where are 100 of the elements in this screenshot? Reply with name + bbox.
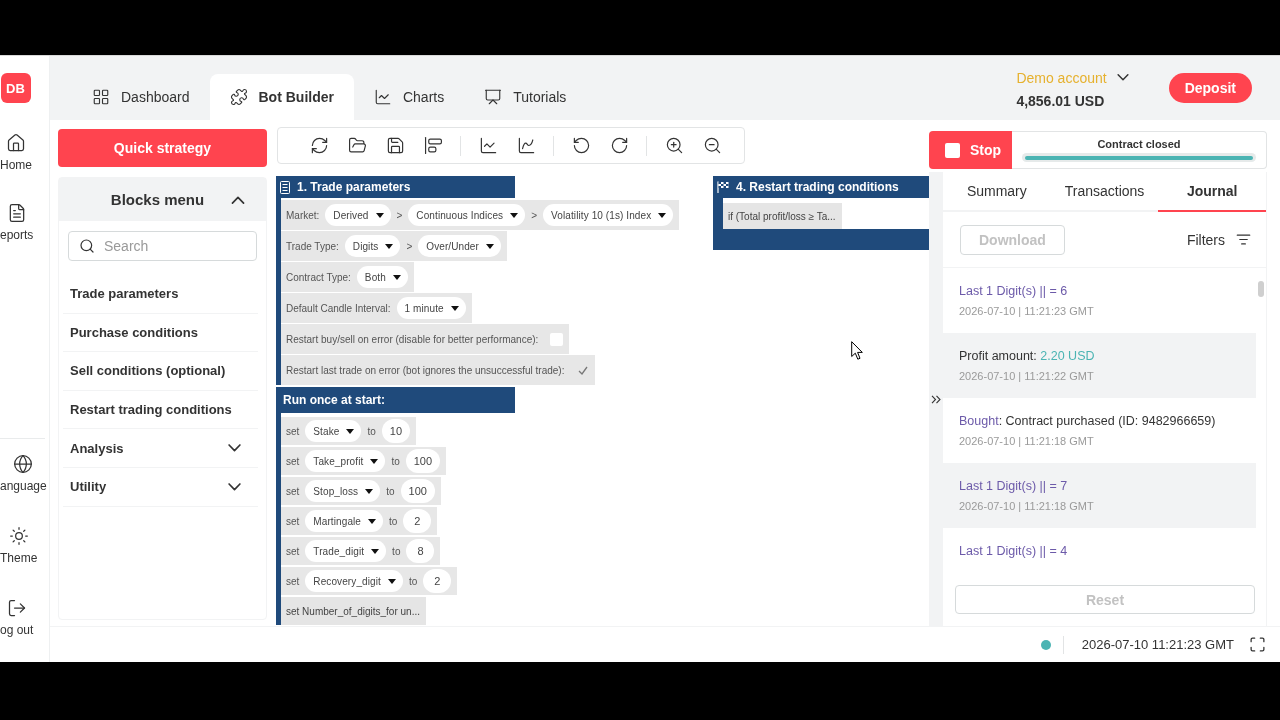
collapsed-block: set Number_of_digits_for un...: [281, 597, 426, 625]
spline-chart-icon: [516, 136, 536, 155]
number-field[interactable]: 2: [403, 509, 432, 533]
sidebar-nav-item[interactable]: og out: [0, 598, 34, 637]
number-field[interactable]: 8: [406, 539, 435, 563]
caret-icon: [658, 212, 667, 218]
home-icon: [6, 133, 26, 153]
collapsed-block: if (Total profit/loss ≥ Ta...: [723, 203, 842, 229]
caret-icon: [368, 518, 377, 524]
sidebar-nav-item[interactable]: Theme: [0, 526, 38, 565]
block-dropdown[interactable]: 1 minute: [396, 297, 466, 319]
stop-square-icon: [945, 142, 960, 158]
block-label: >: [396, 209, 403, 221]
sun-icon: [8, 526, 29, 546]
number-field[interactable]: 2: [423, 569, 452, 593]
checkbox[interactable]: [550, 332, 564, 346]
block-dropdown[interactable]: Over/Under: [418, 235, 501, 257]
block-label: set: [286, 545, 300, 557]
status-time: 2026-07-10 11:21:23 GMT: [1081, 637, 1234, 652]
chevron-down-icon: [1116, 74, 1129, 81]
sidebar-nav-item[interactable]: eports: [0, 203, 34, 242]
caret-icon: [370, 458, 379, 464]
blocks-menu-item[interactable]: Utility: [63, 467, 258, 507]
blocks-menu-item[interactable]: Analysis: [63, 429, 258, 468]
filter-icon: [1236, 232, 1251, 247]
zoom-out-icon: [702, 136, 722, 155]
journal-time: 2026-07-10 | 11:21:18 GMT: [959, 435, 1094, 448]
search-field[interactable]: Search: [68, 231, 257, 261]
nav-tab[interactable]: Dashboard: [72, 74, 210, 120]
caret-icon: [387, 578, 396, 584]
folder-icon: [347, 136, 367, 155]
block-dropdown[interactable]: Recovery_digit: [305, 570, 403, 592]
block-label: to: [386, 485, 395, 497]
block-label: to: [392, 545, 401, 557]
caret-icon: [385, 243, 394, 249]
block-title: 4. Restart trading conditions: [736, 180, 899, 194]
save-icon: [385, 136, 405, 155]
checkmark-icon: [577, 365, 588, 375]
number-field[interactable]: 100: [405, 449, 441, 473]
journal-message: Last 1 Digit(s) || = 4: [959, 544, 1068, 559]
panel-tab[interactable]: Summary: [943, 172, 1051, 212]
journal-message: Bought: Contract purchased (ID: 9482966659): [959, 414, 1216, 429]
number-field[interactable]: 100: [400, 479, 435, 503]
caret-icon: [346, 428, 355, 434]
puzzle-icon: [229, 88, 248, 106]
block-dropdown[interactable]: Stop_loss: [305, 480, 381, 502]
caret-icon: [485, 243, 494, 249]
block-dropdown[interactable]: Stake: [305, 420, 362, 442]
block-dropdown[interactable]: Volatility 10 (1s) Index: [543, 204, 674, 226]
sidebar-nav-item[interactable]: Home: [0, 133, 32, 172]
nav-tab[interactable]: Tutorials: [464, 74, 587, 120]
caret-icon: [365, 488, 374, 494]
blocks-menu-item[interactable]: Restart trading conditions: [63, 390, 258, 430]
chevron-up-icon: [231, 195, 245, 204]
blocks-menu-item[interactable]: Trade parameters: [63, 275, 258, 314]
journal-message: Profit amount: 2.20 USD: [959, 349, 1095, 364]
block-dropdown[interactable]: Both: [356, 266, 408, 288]
block-label: set: [286, 425, 300, 437]
caret-icon: [450, 305, 459, 311]
panel-tab[interactable]: Transactions: [1050, 172, 1159, 212]
nav-tab[interactable]: Charts: [353, 74, 465, 120]
zoom-in-icon: [664, 136, 684, 155]
block-dropdown[interactable]: Digits: [344, 235, 401, 257]
block-label: >: [531, 209, 538, 221]
panel-tab[interactable]: Journal: [1158, 172, 1266, 212]
block-title: 1. Trade parameters: [297, 180, 411, 194]
block-label: Trade Type:: [286, 240, 339, 252]
journal-message: Last 1 Digit(s) || = 6: [959, 284, 1068, 299]
blocks-menu-title: Blocks menu: [109, 191, 206, 208]
number-field[interactable]: 10: [381, 419, 410, 443]
list-icon: [280, 180, 290, 194]
block-dropdown[interactable]: Derived: [325, 204, 391, 226]
journal-time: 2026-07-10 | 11:21:18 GMT: [959, 500, 1094, 513]
nav-tab[interactable]: Bot Builder: [209, 74, 354, 120]
grid-icon: [92, 88, 110, 106]
fullscreen-button[interactable]: [1249, 636, 1266, 653]
logout-icon: [6, 598, 27, 618]
blocks-menu-item[interactable]: Sell conditions (optional): [63, 352, 258, 391]
account-balance: 4,856.01 USD: [1016, 92, 1105, 109]
block-dropdown[interactable]: Take_profit: [305, 450, 386, 472]
presentation-icon: [484, 88, 503, 106]
block-label: Restart last trade on error (bot ignores the unsuccessful trade):: [286, 364, 565, 376]
collapse-toggle[interactable]: [231, 195, 245, 204]
drawer-toggle[interactable]: [929, 172, 943, 626]
block-dropdown[interactable]: Martingale: [305, 510, 384, 532]
block-label: to: [408, 575, 418, 587]
block-title: Run once at start:: [283, 393, 385, 407]
double-chevron-icon: [931, 394, 941, 404]
journal-time: 2026-07-10 | 11:21:22 GMT: [959, 370, 1094, 383]
block-dropdown[interactable]: Trade_digit: [305, 540, 387, 562]
block-label: Restart buy/sell on error (disable for better performance):: [286, 333, 539, 345]
blocks-menu-item[interactable]: Purchase conditions: [63, 313, 258, 353]
refresh-icon: [309, 136, 329, 155]
scrollbar-thumb[interactable]: [1258, 281, 1264, 297]
line-chart-icon: [373, 88, 392, 106]
block-label: to: [391, 455, 400, 467]
filters-button[interactable]: Filters: [1186, 231, 1251, 248]
caret-icon: [371, 548, 380, 554]
sidebar-nav-item[interactable]: anguage: [0, 454, 47, 493]
block-dropdown[interactable]: Continuous Indices: [408, 204, 526, 226]
